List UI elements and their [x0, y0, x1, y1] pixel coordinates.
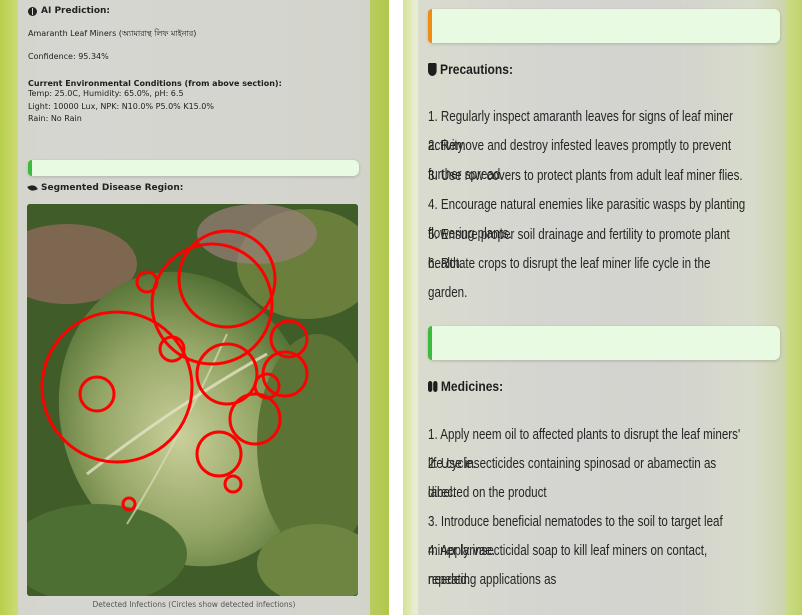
segmentation-heading: Segmented Disease Region: [27, 182, 184, 194]
medicines-heading: Medicines: [428, 378, 503, 394]
segmented-leaf-image [27, 204, 358, 596]
segmentation-heading-text: Segmented Disease Region: [41, 183, 184, 193]
prediction-heading: AI Prediction: [28, 5, 360, 17]
medicine-item: label. [428, 485, 456, 501]
bar-accent [28, 160, 32, 176]
precautions-divider-bar [428, 9, 780, 43]
brain-icon [28, 6, 37, 16]
confidence-value: Confidence: 95.34% [28, 52, 109, 61]
precaution-item: 6. Rotate crops to disrupt the leaf mine… [428, 256, 711, 301]
bar-accent [428, 9, 432, 43]
environment-line-1: Temp: 25.0C, Humidity: 65.0%, pH: 6.5 [28, 89, 184, 98]
precautions-heading-text: Precautions: [440, 61, 513, 77]
medicine-item: needed. [428, 572, 470, 588]
prediction-heading-text: AI Prediction: [41, 6, 111, 16]
segmentation-divider-bar [28, 160, 359, 176]
bar-accent [428, 326, 432, 360]
precautions-heading: Precautions: [428, 61, 513, 77]
medicines-divider-bar [428, 326, 780, 360]
environment-line-2: Light: 10000 Lux, NPK: N10.0% P5.0% K15.… [28, 101, 214, 111]
leaf-icon [27, 183, 38, 193]
precaution-item: 3. Use row covers to protect plants from… [428, 168, 743, 184]
shield-icon [428, 62, 437, 76]
prediction-label: Amaranth Leaf Miners (অ্যামারান্থ লিফ মা… [28, 29, 197, 38]
segmentation-caption: Detected Infections (Circles show detect… [92, 600, 296, 609]
leaf-photo-svg [27, 204, 358, 596]
environment-heading: Current Environmental Conditions (from a… [28, 79, 282, 88]
screen-divider [389, 0, 403, 615]
environment-line-3: Rain: No Rain [28, 114, 82, 123]
medicines-heading-text: Medicines: [440, 378, 504, 394]
pills-icon [428, 380, 438, 392]
